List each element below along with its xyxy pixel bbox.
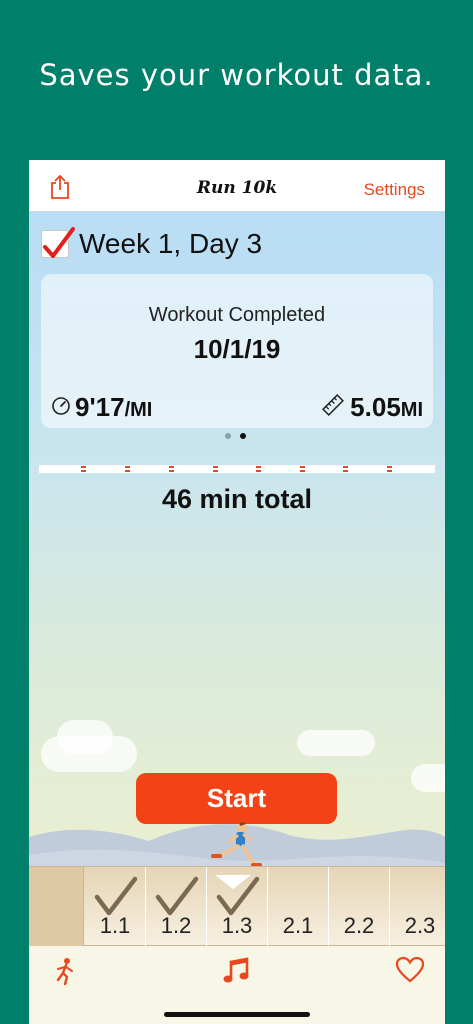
timeline-tick — [256, 466, 261, 468]
page-indicator[interactable] — [225, 433, 246, 439]
day-label: 1.2 — [160, 913, 192, 938]
runner-icon[interactable] — [53, 956, 77, 991]
timeline-tick — [81, 466, 86, 468]
distance-value: 5.05 — [350, 392, 401, 422]
timeline-tick — [81, 470, 86, 472]
total-duration: 46 min total — [161, 484, 313, 514]
cloud-decoration — [297, 730, 375, 756]
timeline-tick — [387, 466, 392, 468]
timeline-tick — [387, 470, 392, 472]
day-selector: 1.1 1.2 1.3 2.1 2.2 2.3 — [29, 866, 445, 947]
day-1-1[interactable]: 1.1 — [85, 867, 146, 947]
timeline-tick — [169, 470, 174, 472]
settings-button[interactable]: Settings — [364, 180, 425, 200]
day-selector-spacer — [29, 867, 84, 947]
cloud-decoration — [411, 764, 445, 792]
day-1-3[interactable]: 1.3 — [207, 867, 268, 947]
ruler-icon — [322, 394, 345, 416]
day-label: 2.1 — [282, 913, 314, 938]
timeline-tick — [300, 470, 305, 472]
day-2-1[interactable]: 2.1 — [268, 867, 329, 947]
cloud-decoration — [57, 720, 113, 754]
home-indicator — [164, 1012, 310, 1017]
page-dot-current[interactable] — [240, 433, 246, 439]
start-button[interactable]: Start — [136, 773, 337, 824]
workout-summary-card[interactable]: Workout Completed 10/1/19 9'17 /MI 5.05 … — [41, 274, 433, 428]
heart-icon[interactable] — [395, 956, 425, 989]
pace-unit: /MI — [124, 399, 153, 421]
completed-check-icon — [94, 876, 138, 916]
distance-unit: MI — [400, 399, 423, 421]
tab-bar — [29, 946, 445, 1024]
page-dot[interactable] — [225, 433, 231, 439]
timeline-tick — [343, 470, 348, 472]
distance-stat: 5.05 MI — [322, 392, 423, 423]
timeline-tick — [169, 466, 174, 468]
runner-illustration — [211, 822, 262, 867]
day-label: 1.3 — [221, 913, 253, 938]
week-day-label: Week 1, Day 3 — [79, 228, 263, 259]
day-2-3[interactable]: 2.3 — [390, 867, 445, 947]
pace-stat: 9'17 /MI — [51, 392, 152, 423]
day-1-2[interactable]: 1.2 — [146, 867, 207, 947]
timeline-tick — [213, 466, 218, 468]
timeline-tick — [125, 466, 130, 468]
timeline-tick — [343, 466, 348, 468]
timeline-tick — [125, 470, 130, 472]
speedometer-icon — [52, 397, 70, 415]
workout-status: Workout Completed — [148, 304, 326, 326]
pace-value: 9'17 — [75, 392, 125, 422]
timeline-tick — [256, 470, 261, 472]
navigation-bar: Run 10k Settings — [29, 160, 445, 212]
checkmark-icon — [43, 227, 75, 258]
promo-headline: Saves your workout data. — [39, 58, 434, 92]
app-screen: Run 10k Settings Week 1, Day 3 Workout C… — [29, 160, 445, 1024]
day-2-2[interactable]: 2.2 — [329, 867, 390, 947]
timeline-tick — [300, 466, 305, 468]
workout-timeline — [39, 465, 435, 473]
music-note-icon[interactable] — [221, 956, 251, 991]
completed-checkbox[interactable] — [41, 227, 75, 258]
completed-check-icon — [155, 876, 199, 916]
day-label: 1.1 — [99, 913, 131, 938]
workout-date: 10/1/19 — [193, 334, 281, 364]
workout-header: Week 1, Day 3 — [41, 227, 263, 260]
completed-check-icon — [216, 876, 260, 916]
timeline-tick — [213, 470, 218, 472]
day-label: 2.2 — [343, 913, 375, 938]
day-label: 2.3 — [404, 913, 436, 938]
